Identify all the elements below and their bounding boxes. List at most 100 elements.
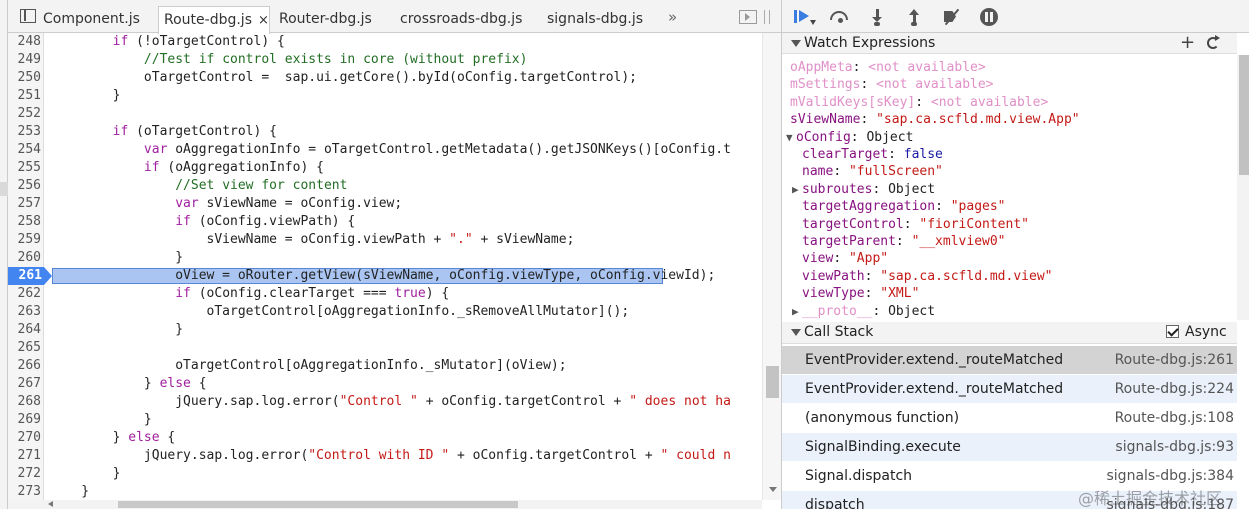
code-line[interactable]: 249 //Test if control exists in core (wi… [8,51,762,69]
line-number[interactable]: 250 [8,69,44,87]
close-tab-icon[interactable]: × [258,8,269,34]
line-number[interactable]: 260 [8,249,44,267]
code-editor[interactable]: 248 if (!oTargetControl) {249 //Test if … [8,33,762,500]
line-number[interactable]: 273 [8,483,44,500]
frame-location[interactable]: signals-dbg.js:93 [1115,433,1234,462]
line-number[interactable]: 249 [8,51,44,69]
more-tabs-icon[interactable]: » [668,8,677,26]
async-checkbox[interactable] [1166,325,1179,338]
step-over-icon[interactable] [830,11,848,23]
line-number[interactable]: 254 [8,141,44,159]
frame-location[interactable]: Route-dbg.js:224 [1115,375,1234,404]
code-line[interactable]: 257 var sViewName = oConfig.view; [8,195,762,213]
scroll-left-icon[interactable] [48,501,53,507]
frame-location[interactable]: Route-dbg.js:108 [1115,404,1234,433]
call-frame[interactable]: (anonymous function) Route-dbg.js:108 [782,404,1237,433]
code-line[interactable]: 256 //Set view for content [8,177,762,195]
watch-item[interactable]: clearTarget: false [802,146,943,163]
code-line[interactable]: 270 } else { [8,429,762,447]
call-frame[interactable]: EventProvider.extend._routeMatched Route-… [782,346,1237,375]
code-line[interactable]: 271 jQuery.sap.log.error("Control with I… [8,447,762,465]
collapsed-triangle-icon[interactable]: ▶ [792,303,802,320]
code-line[interactable]: 248 if (!oTargetControl) { [8,33,762,51]
scrollbar-thumb[interactable] [1239,55,1249,175]
code-line[interactable]: 253 if (oTargetControl) { [8,123,762,141]
watch-item[interactable]: mSettings: <not available> [790,76,994,93]
line-number[interactable]: 253 [8,123,44,141]
code-line[interactable]: 258 if (oConfig.viewPath) { [8,213,762,231]
watch-expressions-header[interactable]: Watch Expressions + [782,33,1237,54]
line-number[interactable]: 261 [8,267,52,285]
step-into-icon[interactable] [868,8,888,26]
line-number[interactable]: 248 [8,33,44,51]
watch-item[interactable]: viewType: "XML" [802,285,919,302]
scroll-down-icon[interactable] [769,487,777,492]
watch-item[interactable]: view: "App" [802,250,888,267]
tab-route-dbg-js[interactable]: Route-dbg.js × [158,6,270,34]
resume-icon[interactable] [792,8,816,26]
code-line[interactable]: 268 jQuery.sap.log.error("Control " + oC… [8,393,762,411]
watch-item[interactable]: targetAggregation: "pages" [802,198,1006,215]
editor-horizontal-scrollbar[interactable] [8,500,762,509]
line-number[interactable]: 251 [8,87,44,105]
scrollbar-thumb[interactable] [766,366,779,398]
line-number[interactable]: 270 [8,429,44,447]
step-out-icon[interactable] [905,8,925,26]
watch-item[interactable]: ▶ subroutes: Object [792,181,935,198]
collapse-triangle-icon[interactable] [791,40,801,47]
line-number[interactable]: 266 [8,357,44,375]
line-number[interactable]: 259 [8,231,44,249]
code-line[interactable]: 261 oView = oRouter.getView(sViewName, o… [8,267,762,285]
resume-options-icon[interactable] [810,20,816,25]
code-line[interactable]: 260 } [8,249,762,267]
call-frame[interactable]: SignalBinding.execute signals-dbg.js:93 [782,433,1237,462]
code-line[interactable]: 269 } [8,411,762,429]
watch-item[interactable]: sViewName: "sap.ca.scfld.md.view.App" [790,111,1080,128]
line-number[interactable]: 264 [8,321,44,339]
watch-item[interactable]: ▼ oConfig: Object [786,129,913,146]
code-line[interactable]: 254 var oAggregationInfo = oTargetContro… [8,141,762,159]
collapsed-triangle-icon[interactable]: ▶ [792,181,802,198]
code-line[interactable]: 266 oTargetControl[oAggregationInfo._sMu… [8,357,762,375]
watch-item[interactable]: ▶ __proto__: Object [792,303,935,320]
collapse-triangle-icon[interactable] [791,329,801,336]
code-line[interactable]: 252 [8,105,762,123]
pause-on-exceptions-icon[interactable] [980,8,998,26]
line-number[interactable]: 262 [8,285,44,303]
line-number[interactable]: 257 [8,195,44,213]
code-line[interactable]: 264 } [8,321,762,339]
toggle-navigator-icon[interactable] [20,9,36,23]
call-stack-header[interactable]: Call Stack Async [782,322,1237,344]
tab-crossroads-dbg-js[interactable]: crossroads-dbg.js [395,6,522,33]
watch-item[interactable]: oAppMeta: <not available> [790,59,986,76]
code-line[interactable]: 273 } [8,483,762,500]
line-number[interactable]: 269 [8,411,44,429]
watch-item[interactable]: targetParent: "__xmlview0" [802,233,1006,250]
code-line[interactable]: 250 oTargetControl = sap.ui.getCore().by… [8,69,762,87]
code-line[interactable]: 255 if (oAggregationInfo) { [8,159,762,177]
watch-item[interactable]: targetControl: "fioriContent" [802,216,1029,233]
refresh-icon[interactable] [1207,35,1220,49]
watch-item[interactable]: mValidKeys[sKey]: <not available> [790,94,1048,111]
scrollbar-thumb[interactable] [118,501,518,508]
code-line[interactable]: 259 sViewName = oConfig.viewPath + "." +… [8,231,762,249]
line-number[interactable]: 265 [8,339,44,357]
deactivate-breakpoints-icon[interactable] [942,8,962,26]
tab-router-dbg-js[interactable]: Router-dbg.js [274,6,372,33]
code-line[interactable]: 267 } else { [8,375,762,393]
code-line[interactable]: 262 if (oConfig.clearTarget === true) { [8,285,762,303]
sidebar-scrollbar[interactable] [1237,55,1249,320]
frame-location[interactable]: Route-dbg.js:261 [1115,346,1234,375]
line-number[interactable]: 252 [8,105,44,123]
line-number[interactable]: 271 [8,447,44,465]
line-number[interactable]: 255 [8,159,44,177]
code-line[interactable]: 272 } [8,465,762,483]
line-number[interactable]: 268 [8,393,44,411]
watch-item[interactable]: name: "fullScreen" [802,163,943,180]
code-line[interactable]: 251 } [8,87,762,105]
call-frame[interactable]: EventProvider.extend._routeMatched Route-… [782,375,1237,404]
tab-component-js[interactable]: Component.js [38,6,140,33]
expanded-triangle-icon[interactable]: ▼ [786,129,796,146]
tab-signals-dbg-js[interactable]: signals-dbg.js [542,6,643,33]
toggle-debugger-icon[interactable] [739,10,757,24]
